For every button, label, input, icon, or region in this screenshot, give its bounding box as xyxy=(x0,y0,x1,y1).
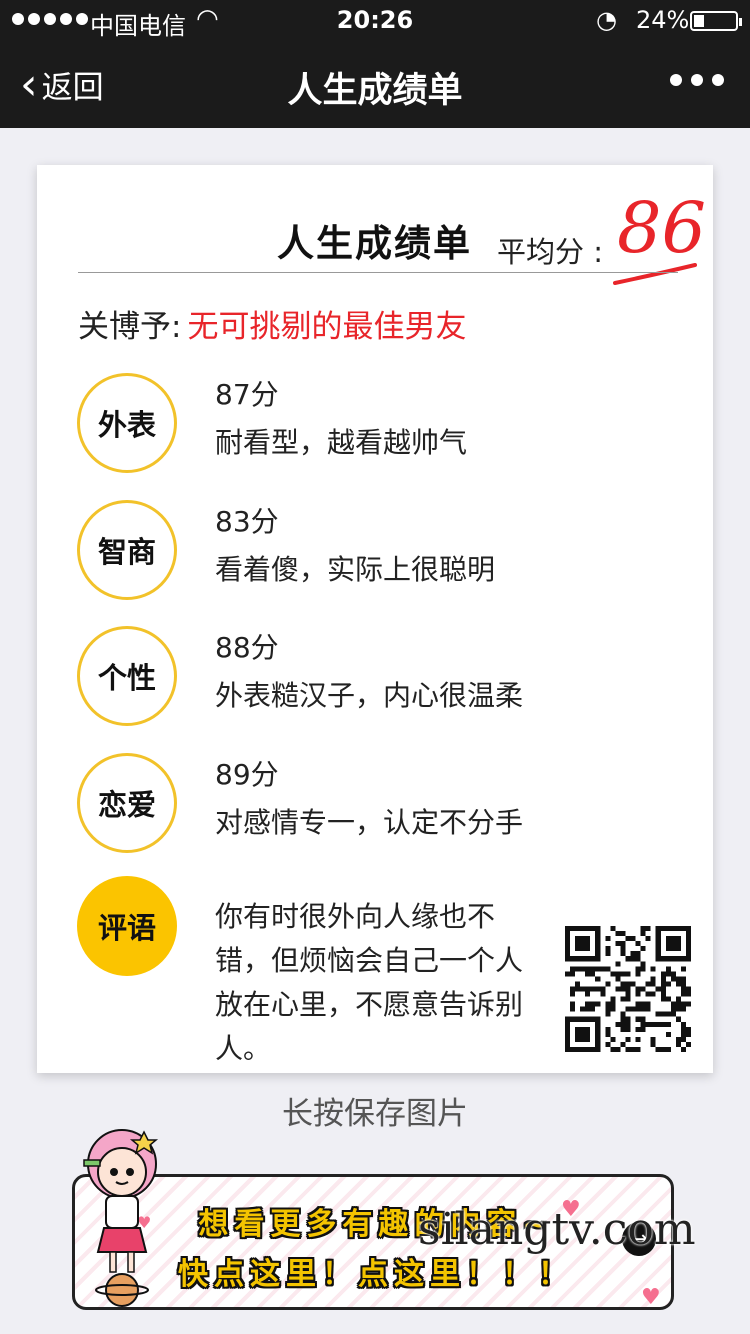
person-line: 关博予: 无可挑剔的最佳男友 xyxy=(78,301,466,346)
heart-icon: ♥ xyxy=(641,1285,661,1310)
report-card[interactable]: 人生成绩单 平均分 : 86 关博予: 无可挑剔的最佳男友 外表 87分 耐看型，… xyxy=(37,165,713,1073)
average-label: 平均分 : xyxy=(497,235,603,269)
category-badge: 智商 xyxy=(77,500,177,600)
score-row-appearance: 外表 87分 耐看型，越看越帅气 xyxy=(77,373,697,473)
category-badge: 个性 xyxy=(77,626,177,726)
top-bar: 中国电信 ◠ 20:26 ◔ 24% ‹ 返回 人生成绩单 xyxy=(0,0,750,128)
watermark: silangtv.com xyxy=(418,1204,696,1255)
score-row-personality: 个性 88分 外表糙汉子，内心很温柔 xyxy=(77,626,697,726)
category-desc: 对感情专一，认定不分手 xyxy=(215,806,524,839)
title-divider xyxy=(78,272,678,273)
category-badge: 恋爱 xyxy=(77,753,177,853)
average-score: 86 xyxy=(617,187,707,269)
score-underline xyxy=(613,263,697,285)
battery-icon xyxy=(690,11,742,31)
comment-badge: 评语 xyxy=(77,876,177,976)
person-name: 关博予: xyxy=(78,309,182,345)
category-score: 83分 xyxy=(215,505,279,538)
qr-code[interactable] xyxy=(565,926,691,1052)
page-title: 人生成绩单 xyxy=(287,71,463,111)
mascot-girl-illustration xyxy=(83,1129,159,1307)
verdict: 无可挑剔的最佳男友 xyxy=(187,309,467,345)
category-desc: 外表糙汉子，内心很温柔 xyxy=(215,679,524,712)
score-row-iq: 智商 83分 看着傻，实际上很聪明 xyxy=(77,500,697,600)
battery-percent: 24% xyxy=(636,6,690,34)
rotation-lock-icon: ◔ xyxy=(596,6,617,34)
category-score: 89分 xyxy=(215,758,279,791)
nav-bar: ‹ 返回 人生成绩单 xyxy=(0,40,750,128)
status-bar: 中国电信 ◠ 20:26 ◔ 24% xyxy=(0,0,750,40)
category-badge: 外表 xyxy=(77,373,177,473)
category-desc: 看着傻，实际上很聪明 xyxy=(215,553,496,586)
card-title: 人生成绩单 xyxy=(277,221,472,265)
category-score: 88分 xyxy=(215,631,279,664)
score-row-love: 恋爱 89分 对感情专一，认定不分手 xyxy=(77,753,697,853)
category-score: 87分 xyxy=(215,378,279,411)
more-dots-icon[interactable] xyxy=(670,74,724,86)
comment-text: 你有时很外向人缘也不错，但烦恼会自己一个人放在心里，不愿意告诉别人。 xyxy=(215,900,524,1065)
battery-fill xyxy=(694,15,704,27)
category-desc: 耐看型，越看越帅气 xyxy=(215,426,468,459)
